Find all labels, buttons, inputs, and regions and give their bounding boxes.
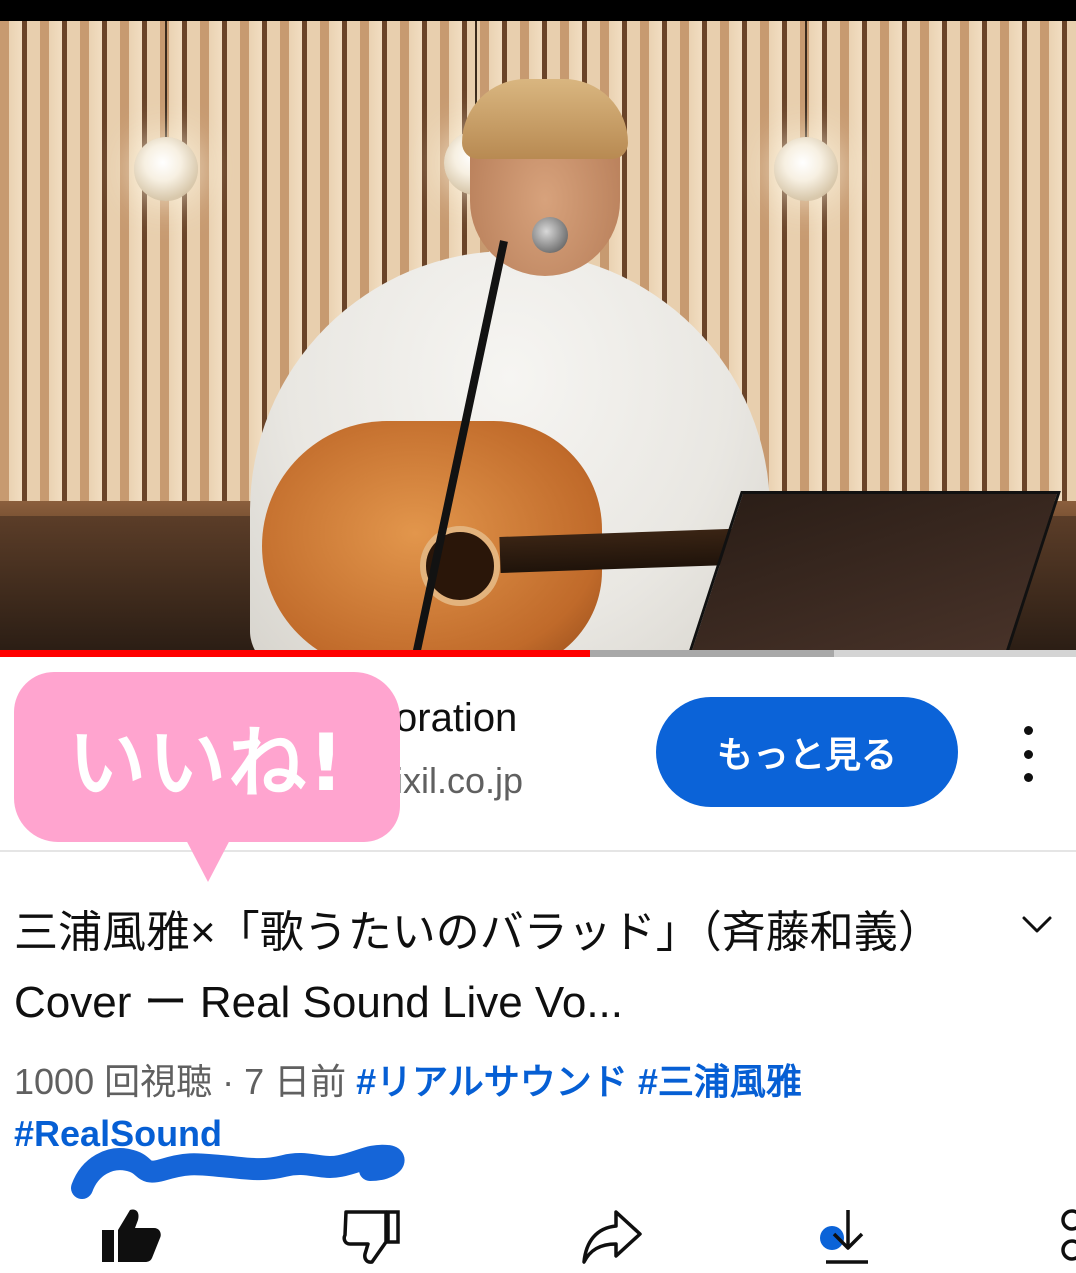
like-filled-icon[interactable]	[100, 1204, 164, 1268]
video-progress-bar[interactable]	[0, 650, 590, 657]
meta-separator: ·	[212, 1061, 245, 1102]
video-title[interactable]: 三浦風雅×「歌うたいのバラッド」（斉藤和義）Cover ー Real Sound…	[14, 898, 974, 1038]
chevron-down-icon[interactable]	[1020, 912, 1054, 936]
channel-link[interactable]: ixil.co.jp	[395, 760, 523, 802]
hashtag-link[interactable]: #三浦風雅	[638, 1061, 802, 1102]
music-stand	[679, 491, 1061, 654]
video-watch-page: oration ixil.co.jp もっと見る いいね! 三浦風雅×「歌うたい…	[0, 0, 1076, 1273]
hashtag-link[interactable]: #リアルサウンド	[356, 1061, 628, 1102]
video-player[interactable]	[0, 21, 1076, 654]
more-actions-icon[interactable]	[1054, 1204, 1076, 1268]
sticker-text: いいね!	[68, 719, 346, 809]
scribble-annotation	[71, 1144, 405, 1199]
microphone	[532, 217, 568, 253]
singer-hair	[462, 79, 628, 159]
download-icon[interactable]	[812, 1204, 876, 1268]
view-count: 1000 回視聴	[14, 1061, 213, 1102]
channel-name[interactable]: oration	[395, 696, 517, 741]
kebab-menu-icon[interactable]	[1010, 726, 1046, 782]
share-icon[interactable]	[580, 1204, 644, 1268]
divider	[0, 850, 1076, 852]
upload-age: 7 日前	[244, 1061, 347, 1102]
sticker-tail	[184, 836, 232, 882]
dislike-icon[interactable]	[340, 1204, 404, 1268]
more-button[interactable]: もっと見る	[656, 697, 958, 807]
status-strip	[0, 0, 1076, 21]
